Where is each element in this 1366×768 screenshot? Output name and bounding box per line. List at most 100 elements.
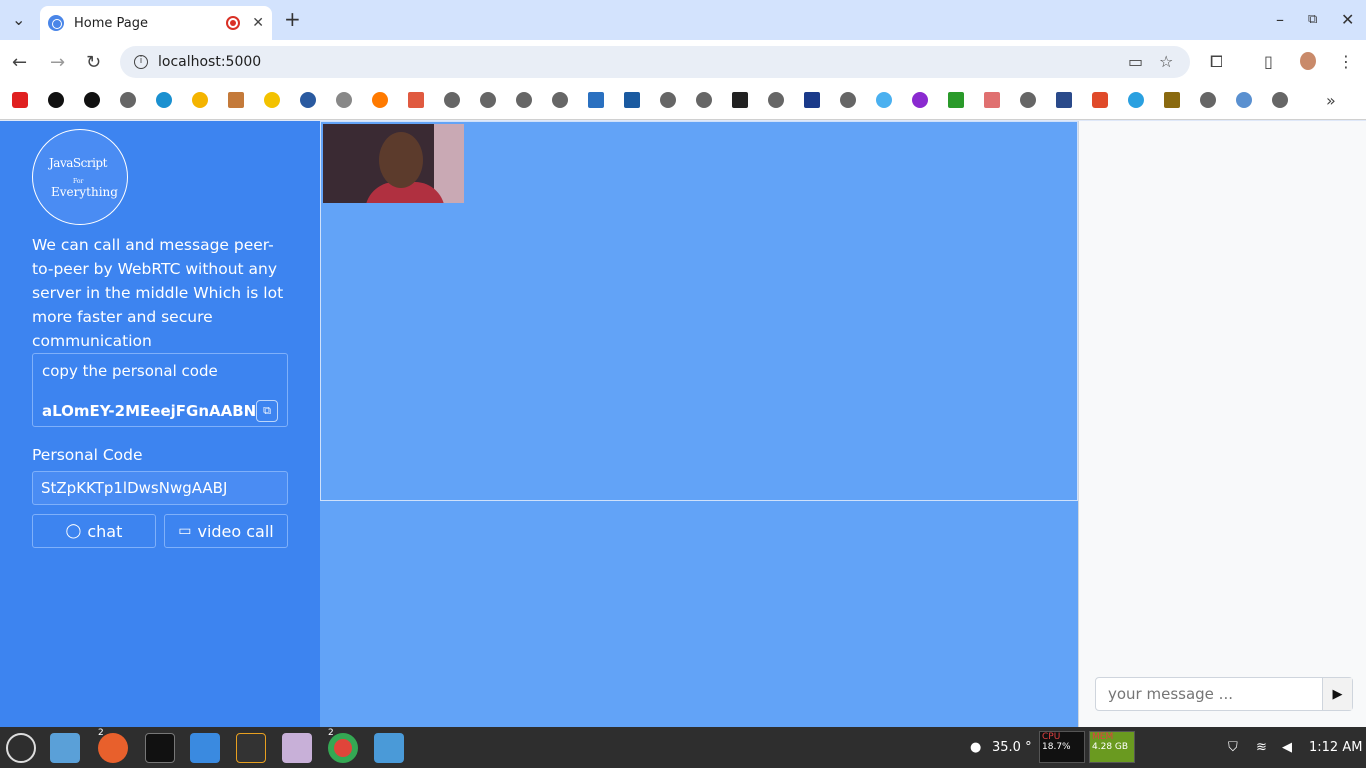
video-call-button-label: video call (197, 521, 274, 541)
bookmark-icon[interactable] (300, 92, 316, 108)
bookmark-icon[interactable] (948, 92, 964, 108)
bookmark-icon[interactable] (624, 92, 640, 108)
bookmark-icon[interactable] (804, 92, 820, 108)
globe-bookmark-icon[interactable] (120, 92, 136, 108)
sidebar: JavaScript For Everything We can call an… (0, 121, 320, 727)
browser-toolbar: ← → ↻ i localhost:5000 ▭ ☆ ⧠ ▯ ⋮ (0, 40, 1366, 84)
chat-panel: ▶ (1078, 121, 1366, 727)
personal-code-input[interactable] (32, 471, 288, 505)
bookmark-icon[interactable] (192, 92, 208, 108)
bookmark-icon[interactable] (408, 92, 424, 108)
bookmark-star-icon[interactable]: ☆ (1159, 52, 1173, 71)
firefox-badge: 2 (98, 728, 104, 738)
volume-icon[interactable]: ◀ (1282, 740, 1292, 755)
logo-text-3: Everything (51, 185, 118, 199)
video-area (320, 121, 1078, 727)
editor-icon[interactable] (282, 733, 312, 763)
globe-bookmark-icon[interactable] (552, 92, 568, 108)
chat-bubble-icon: ◯ (65, 523, 82, 539)
tab-title: Home Page (74, 15, 148, 31)
browser-titlebar: ⌄ Home Page ✕ + – ⧉ ✕ (0, 0, 1366, 40)
bookmark-icon[interactable] (588, 92, 604, 108)
chat-button[interactable]: ◯ chat (32, 514, 156, 548)
globe-bookmark-icon[interactable] (768, 92, 784, 108)
copy-code-label: copy the personal code (42, 362, 218, 380)
bookmark-icon[interactable] (228, 92, 244, 108)
youtube-bookmark-icon[interactable] (12, 92, 28, 108)
screenshot-icon[interactable] (374, 733, 404, 763)
close-window-button[interactable]: ✕ (1341, 10, 1354, 29)
bookmark-icon[interactable] (984, 92, 1000, 108)
video-camera-icon: ▭ (178, 523, 192, 539)
bookmark-icon[interactable] (876, 92, 892, 108)
bookmark-icon[interactable] (1056, 92, 1072, 108)
bookmark-icon[interactable] (156, 92, 172, 108)
chrome-badge: 2 (328, 728, 334, 738)
extensions-icon[interactable]: ⧠ (1210, 52, 1223, 72)
side-panel-icon[interactable]: ▯ (1264, 52, 1273, 71)
bookmark-icon[interactable] (1164, 92, 1180, 108)
terminal-icon[interactable] (145, 733, 175, 763)
logo: JavaScript For Everything (32, 129, 128, 225)
address-bar[interactable]: i localhost:5000 (120, 46, 1190, 78)
personal-code-label: Personal Code (32, 446, 143, 464)
mint-menu-icon[interactable] (6, 733, 36, 763)
droplet-icon: ● (970, 740, 982, 755)
close-tab-icon[interactable]: ✕ (252, 15, 264, 31)
camera-icon[interactable]: ▭ (1128, 52, 1143, 71)
my-personal-code: aLOmEY-2MEeejFGnAABN (42, 402, 257, 420)
cpu-graph: CPU 18.7% (1039, 731, 1085, 763)
menu-icon[interactable]: ⋮ (1338, 52, 1354, 71)
bookmark-icon[interactable] (1092, 92, 1108, 108)
clock[interactable]: 1:12 AM (1309, 740, 1362, 755)
bookmark-icon[interactable] (48, 92, 64, 108)
restore-button[interactable]: ⧉ (1308, 12, 1317, 27)
bookmark-icon[interactable] (372, 92, 388, 108)
bookmark-icon[interactable] (336, 92, 352, 108)
wifi-icon[interactable]: ≋ (1256, 740, 1267, 755)
bookmark-icon[interactable] (1236, 92, 1252, 108)
sublime-icon[interactable] (236, 733, 266, 763)
message-input[interactable] (1096, 678, 1322, 710)
logo-text-2: For (73, 178, 84, 185)
shield-icon[interactable]: ⛉ (1228, 740, 1238, 755)
reload-button[interactable]: ↻ (86, 52, 101, 73)
personal-code-box: copy the personal code aLOmEY-2MEeejFGnA… (32, 353, 288, 427)
profile-avatar[interactable] (1300, 52, 1316, 70)
globe-bookmark-icon[interactable] (840, 92, 856, 108)
globe-bookmark-icon[interactable] (1200, 92, 1216, 108)
bookmark-icon[interactable] (732, 92, 748, 108)
bookmark-icon[interactable] (264, 92, 280, 108)
globe-bookmark-icon[interactable] (1272, 92, 1288, 108)
site-info-icon[interactable]: i (134, 55, 148, 69)
back-button[interactable]: ← (12, 52, 27, 73)
globe-bookmark-icon[interactable] (516, 92, 532, 108)
cpu-label: CPU (1042, 732, 1061, 742)
globe-bookmark-icon[interactable] (696, 92, 712, 108)
finder-icon[interactable] (190, 733, 220, 763)
video-call-button[interactable]: ▭ video call (164, 514, 288, 548)
tab-search-icon[interactable]: ⌄ (12, 10, 25, 29)
globe-bookmark-icon[interactable] (444, 92, 460, 108)
app-container: JavaScript For Everything We can call an… (0, 121, 1366, 727)
bookmark-icon[interactable] (84, 92, 100, 108)
browser-tab[interactable]: Home Page ✕ (40, 6, 272, 40)
bookmark-icon[interactable] (912, 92, 928, 108)
new-tab-button[interactable]: + (284, 7, 301, 31)
recording-icon (226, 16, 241, 30)
more-bookmarks-icon[interactable]: » (1326, 91, 1336, 110)
send-icon[interactable]: ▶ (1322, 678, 1352, 710)
taskbar: 2 2 ● 35.0 ° CPU 18.7% MEM 4.28 GB ⛉ ≋ ◀… (0, 727, 1366, 768)
mem-graph: MEM 4.28 GB (1089, 731, 1135, 763)
description: We can call and message peer-to-peer by … (32, 236, 284, 350)
globe-bookmark-icon[interactable] (480, 92, 496, 108)
copy-icon[interactable]: ⧉ (256, 400, 278, 422)
globe-bookmark-icon[interactable] (660, 92, 676, 108)
bookmark-icon[interactable] (1128, 92, 1144, 108)
files-icon[interactable] (50, 733, 80, 763)
local-video (323, 124, 464, 203)
url-text: localhost:5000 (158, 54, 262, 70)
forward-button[interactable]: → (50, 52, 65, 73)
globe-bookmark-icon[interactable] (1020, 92, 1036, 108)
minimize-button[interactable]: – (1276, 10, 1284, 29)
